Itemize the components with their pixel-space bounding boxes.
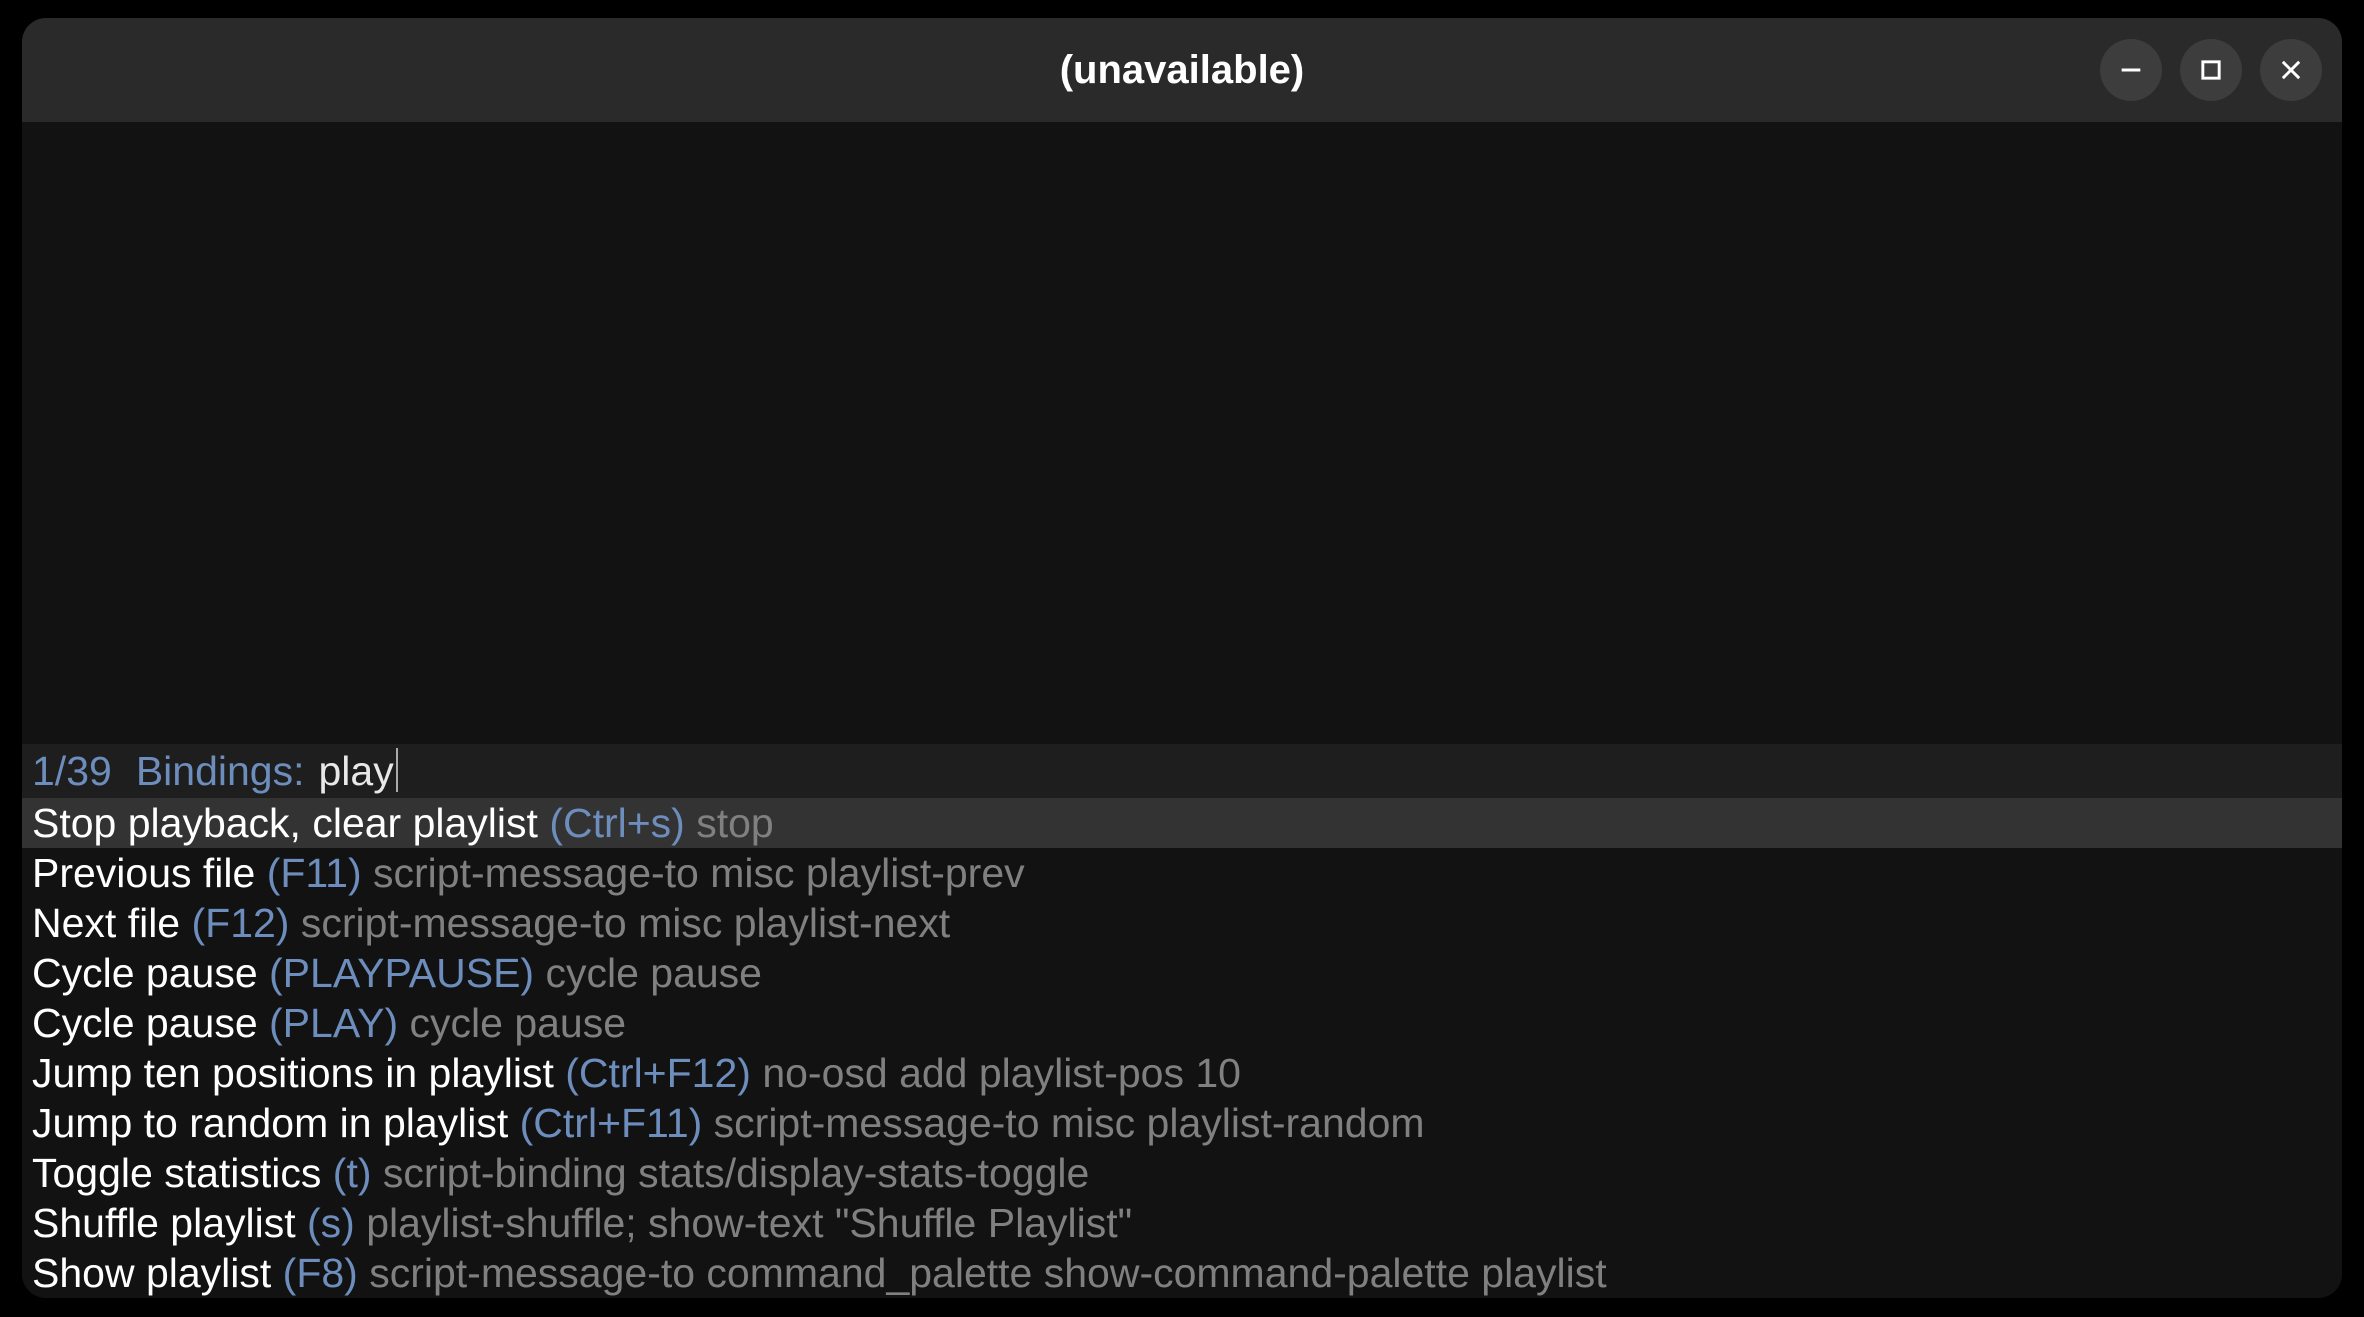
text-cursor [396, 748, 398, 792]
binding-command: no-osd add playlist-pos 10 [762, 1050, 1241, 1096]
search-query-text: play [318, 748, 393, 794]
binding-row[interactable]: Next file (F12) script-message-to misc p… [22, 898, 2342, 948]
binding-row[interactable]: Jump to random in playlist (Ctrl+F11) sc… [22, 1098, 2342, 1148]
window-title: (unavailable) [1060, 48, 1305, 93]
binding-row[interactable]: Show playlist (F8) script-message-to com… [22, 1248, 2342, 1298]
binding-row[interactable]: Cycle pause (PLAYPAUSE) cycle pause [22, 948, 2342, 998]
binding-command: script-message-to command_palette show-c… [369, 1250, 1606, 1296]
binding-name: Show playlist [32, 1250, 271, 1296]
binding-key: (PLAY) [258, 1000, 410, 1046]
binding-name: Next file [32, 900, 180, 946]
minimize-icon [2117, 56, 2145, 84]
bindings-list: Stop playback, clear playlist (Ctrl+s) s… [22, 798, 2342, 1298]
maximize-button[interactable] [2180, 39, 2242, 101]
binding-command: playlist-shuffle; show-text "Shuffle Pla… [366, 1200, 1132, 1246]
binding-row[interactable]: Previous file (F11) script-message-to mi… [22, 848, 2342, 898]
binding-key: (F11) [255, 850, 373, 896]
binding-key: (F12) [180, 900, 301, 946]
binding-command: script-message-to misc playlist-next [301, 900, 950, 946]
binding-key: (PLAYPAUSE) [258, 950, 546, 996]
binding-row[interactable]: Stop playback, clear playlist (Ctrl+s) s… [22, 798, 2342, 848]
binding-command: script-message-to misc playlist-random [714, 1100, 1425, 1146]
binding-name: Cycle pause [32, 1000, 258, 1046]
command-palette: 1/39 Bindings: play Stop playback, clear… [22, 744, 2342, 1298]
window-controls [2100, 39, 2322, 101]
binding-name: Previous file [32, 850, 255, 896]
binding-key: (Ctrl+F12) [554, 1050, 762, 1096]
binding-command: cycle pause [545, 950, 762, 996]
binding-row[interactable]: Toggle statistics (t) script-binding sta… [22, 1148, 2342, 1198]
binding-row[interactable]: Cycle pause (PLAY) cycle pause [22, 998, 2342, 1048]
result-count: 1/39 [32, 746, 112, 796]
binding-name: Cycle pause [32, 950, 258, 996]
minimize-button[interactable] [2100, 39, 2162, 101]
titlebar: (unavailable) [22, 18, 2342, 122]
binding-key: (F8) [271, 1250, 369, 1296]
maximize-icon [2197, 56, 2225, 84]
palette-label: Bindings: [136, 746, 305, 796]
app-window: (unavailable) 1/39 Bindings: play [22, 18, 2342, 1298]
content-area: 1/39 Bindings: play Stop playback, clear… [22, 122, 2342, 1298]
binding-key: (Ctrl+s) [538, 800, 696, 846]
binding-name: Jump to random in playlist [32, 1100, 508, 1146]
binding-name: Toggle statistics [32, 1150, 321, 1196]
binding-command: script-binding stats/display-stats-toggl… [383, 1150, 1089, 1196]
close-icon [2277, 56, 2305, 84]
binding-row[interactable]: Shuffle playlist (s) playlist-shuffle; s… [22, 1198, 2342, 1248]
binding-command: stop [696, 800, 774, 846]
search-input[interactable]: play [318, 746, 393, 796]
binding-name: Stop playback, clear playlist [32, 800, 538, 846]
binding-key: (s) [296, 1200, 367, 1246]
binding-name: Jump ten positions in playlist [32, 1050, 554, 1096]
binding-command: script-message-to misc playlist-prev [373, 850, 1025, 896]
close-button[interactable] [2260, 39, 2322, 101]
palette-header[interactable]: 1/39 Bindings: play [22, 744, 2342, 798]
binding-key: (t) [321, 1150, 382, 1196]
binding-key: (Ctrl+F11) [508, 1100, 713, 1146]
binding-name: Shuffle playlist [32, 1200, 296, 1246]
binding-row[interactable]: Jump ten positions in playlist (Ctrl+F12… [22, 1048, 2342, 1098]
binding-command: cycle pause [410, 1000, 627, 1046]
